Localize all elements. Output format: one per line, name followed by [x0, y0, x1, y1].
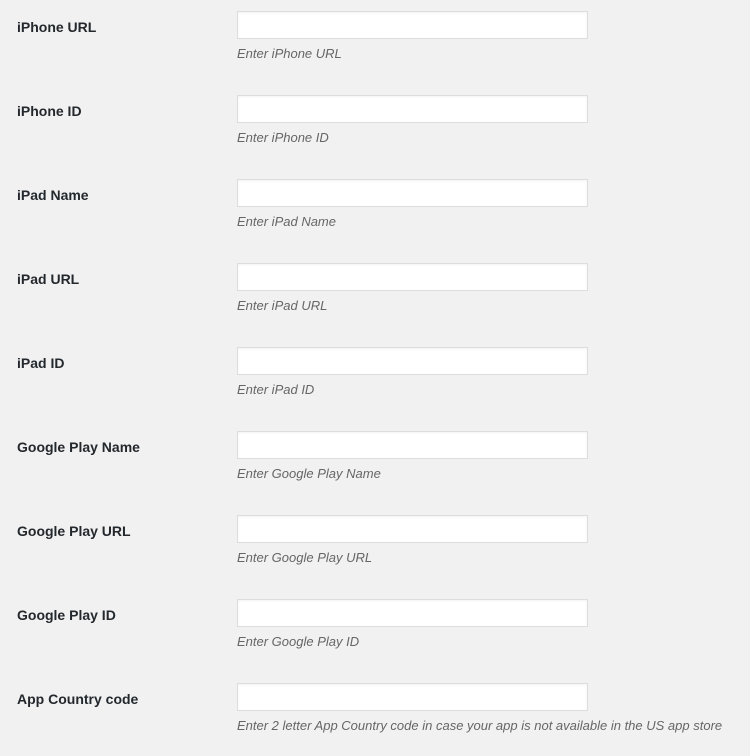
field-cell-iphone-id: Enter iPhone ID [237, 84, 750, 168]
label-cell-iphone-url: iPhone URL [0, 0, 237, 84]
field-cell-google-play-id: Enter Google Play ID [237, 588, 750, 672]
field-cell-ipad-id: Enter iPad ID [237, 336, 750, 420]
label-cell-iphone-id: iPhone ID [0, 84, 237, 168]
label-cell-google-play-name: Google Play Name [0, 420, 237, 504]
label-cell-google-play-url: Google Play URL [0, 504, 237, 588]
form-row: Google Play Name Enter Google Play Name [0, 420, 750, 504]
field-description-app-country-code: Enter 2 letter App Country code in case … [237, 718, 723, 733]
field-description-iphone-url: Enter iPhone URL [237, 46, 342, 61]
field-cell-ipad-name: Enter iPad Name [237, 168, 750, 252]
field-label-iphone-url: iPhone URL [17, 19, 97, 35]
field-label-ipad-name: iPad Name [17, 187, 89, 203]
label-cell-ipad-url: iPad URL [0, 252, 237, 336]
iphone-url-input[interactable] [237, 11, 588, 39]
field-description-ipad-id: Enter iPad ID [237, 382, 315, 397]
form-row: iPad Name Enter iPad Name [0, 168, 750, 252]
ipad-name-input[interactable] [237, 179, 588, 207]
field-label-iphone-id: iPhone ID [17, 103, 82, 119]
field-cell-google-play-url: Enter Google Play URL [237, 504, 750, 588]
form-row: iPhone URL Enter iPhone URL [0, 0, 750, 84]
iphone-id-input[interactable] [237, 95, 588, 123]
ipad-id-input[interactable] [237, 347, 588, 375]
field-cell-iphone-url: Enter iPhone URL [237, 0, 750, 84]
field-label-ipad-id: iPad ID [17, 355, 65, 371]
label-cell-google-play-id: Google Play ID [0, 588, 237, 672]
google-play-id-input[interactable] [237, 599, 588, 627]
form-row: iPad URL Enter iPad URL [0, 252, 750, 336]
form-row: Google Play ID Enter Google Play ID [0, 588, 750, 672]
google-play-url-input[interactable] [237, 515, 588, 543]
field-label-google-play-id: Google Play ID [17, 607, 116, 623]
form-rows: iPhone URL Enter iPhone URL iPhone ID Enter… [0, 0, 750, 756]
field-label-ipad-url: iPad URL [17, 271, 80, 287]
ipad-url-input[interactable] [237, 263, 588, 291]
field-cell-ipad-url: Enter iPad URL [237, 252, 750, 336]
field-cell-app-country-code: Enter 2 letter App Country code in case … [237, 672, 750, 756]
field-label-google-play-url: Google Play URL [17, 523, 131, 539]
form-row: iPad ID Enter iPad ID [0, 336, 750, 420]
field-description-google-play-name: Enter Google Play Name [237, 466, 381, 481]
label-cell-ipad-id: iPad ID [0, 336, 237, 420]
field-cell-google-play-name: Enter Google Play Name [237, 420, 750, 504]
field-description-google-play-id: Enter Google Play ID [237, 634, 360, 649]
field-description-ipad-name: Enter iPad Name [237, 214, 336, 229]
google-play-name-input[interactable] [237, 431, 588, 459]
label-cell-ipad-name: iPad Name [0, 168, 237, 252]
form-row: Google Play URL Enter Google Play URL [0, 504, 750, 588]
form-row: App Country code Enter 2 letter App Count… [0, 672, 750, 756]
app-country-code-input[interactable] [237, 683, 588, 711]
app-settings-form: iPhone URL Enter iPhone URL iPhone ID Enter… [0, 0, 750, 756]
field-description-google-play-url: Enter Google Play URL [237, 550, 373, 565]
label-cell-app-country-code: App Country code [0, 672, 237, 756]
field-description-ipad-url: Enter iPad URL [237, 298, 328, 313]
field-label-app-country-code: App Country code [17, 691, 139, 707]
form-row: iPhone ID Enter iPhone ID [0, 84, 750, 168]
field-label-google-play-name: Google Play Name [17, 439, 140, 455]
field-description-iphone-id: Enter iPhone ID [237, 130, 329, 145]
